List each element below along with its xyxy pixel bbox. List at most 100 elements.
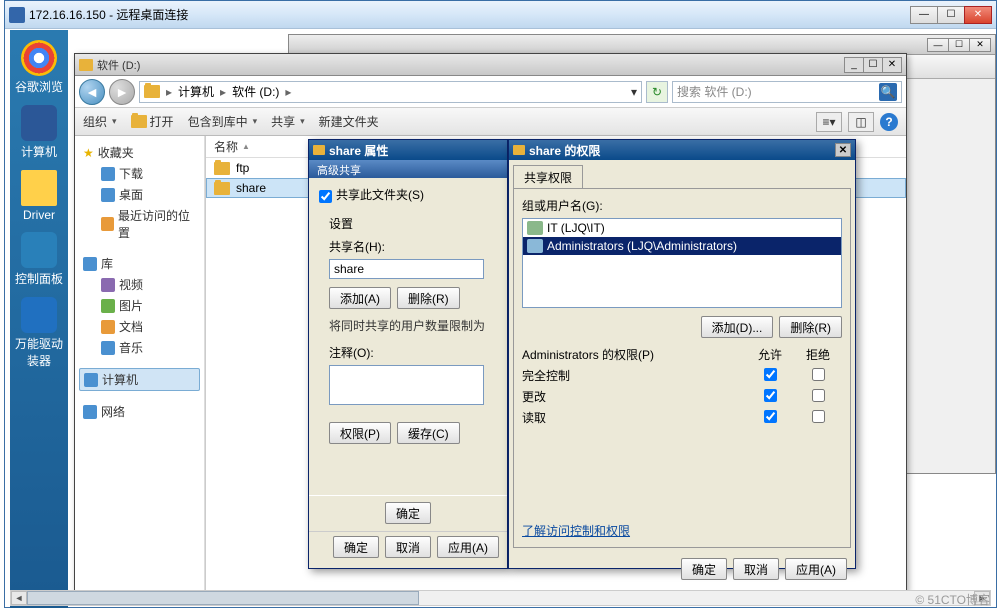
folder-icon: [144, 85, 160, 98]
remove-user-button[interactable]: 删除(R): [779, 316, 842, 338]
sidebar-network[interactable]: 网络: [79, 401, 200, 422]
sidebar-computer[interactable]: 计算机: [79, 368, 200, 391]
desktop-icon-driver[interactable]: Driver: [15, 170, 63, 222]
rdc-title: 172.16.16.150 - 远程桌面连接: [29, 6, 910, 23]
perms-apply-button[interactable]: 应用(A): [785, 558, 847, 580]
breadcrumb-path[interactable]: 软件 (D:): [232, 83, 279, 100]
back-button[interactable]: ◄: [79, 79, 105, 105]
bg-min-button[interactable]: —: [927, 38, 949, 52]
explorer-sidebar: ★收藏夹 下载 桌面 最近访问的位置 库 视频 图片 文档 音乐 计算机 网络: [75, 136, 205, 592]
allow-full-checkbox[interactable]: [764, 368, 777, 381]
search-input[interactable]: 搜索 软件 (D:) 🔍: [672, 81, 902, 103]
group-icon: [527, 239, 543, 253]
scroll-thumb[interactable]: [27, 591, 419, 605]
deny-change-checkbox[interactable]: [812, 389, 825, 402]
perm-row-change: 更改: [522, 388, 842, 405]
settings-label: 设置: [329, 215, 497, 232]
permissions-button[interactable]: 权限(P): [329, 422, 391, 444]
sidebar-item-docs[interactable]: 文档: [79, 316, 200, 337]
explorer-navbar: ◄ ► ▸ 计算机 ▸ 软件 (D:) ▸ ▾ ↻ 搜索 软件 (D:) 🔍: [75, 76, 906, 108]
props-titlebar: share 属性: [309, 140, 507, 160]
allow-change-checkbox[interactable]: [764, 389, 777, 402]
share-folder-checkbox[interactable]: [319, 190, 332, 203]
remote-desktop-bg: 谷歌浏览 计算机 Driver 控制面板 万能驱动装器: [10, 30, 68, 608]
open-button[interactable]: 打开: [131, 113, 174, 130]
folder-icon: [79, 59, 93, 71]
maximize-button[interactable]: ☐: [937, 6, 965, 24]
remove-share-button[interactable]: 删除(R): [397, 287, 460, 309]
doc-icon: [101, 320, 115, 334]
user-row-it[interactable]: IT (LJQ\IT): [523, 219, 841, 237]
sidebar-item-music[interactable]: 音乐: [79, 337, 200, 358]
desktop-icon-driver-tool[interactable]: 万能驱动装器: [15, 297, 63, 369]
users-listbox[interactable]: IT (LJQ\IT) Administrators (LJQ\Administ…: [522, 218, 842, 308]
props-mid-ok[interactable]: 确定: [385, 502, 431, 524]
bg-max-button[interactable]: ☐: [948, 38, 970, 52]
desktop-icon-chrome[interactable]: 谷歌浏览: [15, 40, 63, 95]
refresh-button[interactable]: ↻: [646, 81, 668, 103]
desktop-icon-control[interactable]: 控制面板: [15, 232, 63, 287]
sidebar-item-pictures[interactable]: 图片: [79, 295, 200, 316]
tab-share-permissions[interactable]: 共享权限: [513, 165, 583, 189]
groups-label: 组或用户名(G):: [522, 197, 842, 214]
deny-read-checkbox[interactable]: [812, 410, 825, 423]
network-icon: [83, 405, 97, 419]
breadcrumb[interactable]: ▸ 计算机 ▸ 软件 (D:) ▸ ▾: [139, 81, 642, 103]
sidebar-library[interactable]: 库: [79, 253, 200, 274]
view-button[interactable]: ≡▾: [816, 112, 842, 132]
advanced-share-header: 高级共享: [309, 160, 507, 178]
exp-min-button[interactable]: _: [844, 57, 864, 73]
sidebar-item-downloads[interactable]: 下载: [79, 163, 200, 184]
perms-ok-button[interactable]: 确定: [681, 558, 727, 580]
add-user-button[interactable]: 添加(D)...: [701, 316, 774, 338]
help-icon[interactable]: ?: [880, 113, 898, 131]
permissions-dialog: share 的权限 ✕ 共享权限 组或用户名(G): IT (LJQ\IT) A…: [508, 139, 856, 569]
perm-row-full: 完全控制: [522, 367, 842, 384]
sharename-input[interactable]: [329, 259, 484, 279]
share-folder-label: 共享此文件夹(S): [336, 186, 424, 203]
search-icon[interactable]: 🔍: [879, 83, 897, 101]
minimize-button[interactable]: —: [910, 6, 938, 24]
close-button[interactable]: ✕: [964, 6, 992, 24]
share-menu[interactable]: 共享: [271, 113, 305, 130]
deny-full-checkbox[interactable]: [812, 368, 825, 381]
learn-link[interactable]: 了解访问控制和权限: [522, 522, 630, 539]
cache-button[interactable]: 缓存(C): [397, 422, 460, 444]
forward-button[interactable]: ►: [109, 79, 135, 105]
explorer-toolbar: 组织 打开 包含到库中 共享 新建文件夹 ≡▾ ◫ ?: [75, 108, 906, 136]
sidebar-item-desktop[interactable]: 桌面: [79, 184, 200, 205]
include-menu[interactable]: 包含到库中: [188, 113, 258, 130]
sidebar-favorites[interactable]: ★收藏夹: [79, 142, 200, 163]
music-icon: [101, 341, 115, 355]
breadcrumb-root[interactable]: 计算机: [178, 83, 214, 100]
add-share-button[interactable]: 添加(A): [329, 287, 391, 309]
props-apply-button[interactable]: 应用(A): [437, 536, 499, 558]
perms-close-button[interactable]: ✕: [835, 143, 851, 157]
rdc-titlebar: 172.16.16.150 - 远程桌面连接 — ☐ ✕: [5, 1, 996, 29]
horizontal-scrollbar[interactable]: ◄ ►: [10, 590, 991, 606]
folder-icon: [313, 145, 325, 155]
watermark: © 51CTO博客: [915, 591, 990, 608]
desktop-icon-computer[interactable]: 计算机: [15, 105, 63, 160]
sidebar-item-video[interactable]: 视频: [79, 274, 200, 295]
comment-label: 注释(O):: [329, 344, 497, 361]
explorer-title: 软件 (D:): [97, 57, 844, 73]
sidebar-item-recent[interactable]: 最近访问的位置: [79, 205, 200, 243]
rdc-window: 172.16.16.150 - 远程桌面连接 — ☐ ✕ 谷歌浏览 计算机 Dr…: [4, 0, 997, 608]
star-icon: ★: [83, 146, 94, 160]
allow-header: 允许: [746, 346, 794, 363]
perms-cancel-button[interactable]: 取消: [733, 558, 779, 580]
scroll-left-button[interactable]: ◄: [11, 591, 27, 605]
comment-input[interactable]: [329, 365, 484, 405]
allow-read-checkbox[interactable]: [764, 410, 777, 423]
organize-menu[interactable]: 组织: [83, 113, 117, 130]
preview-button[interactable]: ◫: [848, 112, 874, 132]
exp-close-button[interactable]: ✕: [882, 57, 902, 73]
user-row-admins[interactable]: Administrators (LJQ\Administrators): [523, 237, 841, 255]
newfolder-button[interactable]: 新建文件夹: [319, 113, 379, 130]
bg-close-button[interactable]: ✕: [969, 38, 991, 52]
props-cancel-button[interactable]: 取消: [385, 536, 431, 558]
props-ok-button[interactable]: 确定: [333, 536, 379, 558]
exp-max-button[interactable]: ☐: [863, 57, 883, 73]
picture-icon: [101, 299, 115, 313]
